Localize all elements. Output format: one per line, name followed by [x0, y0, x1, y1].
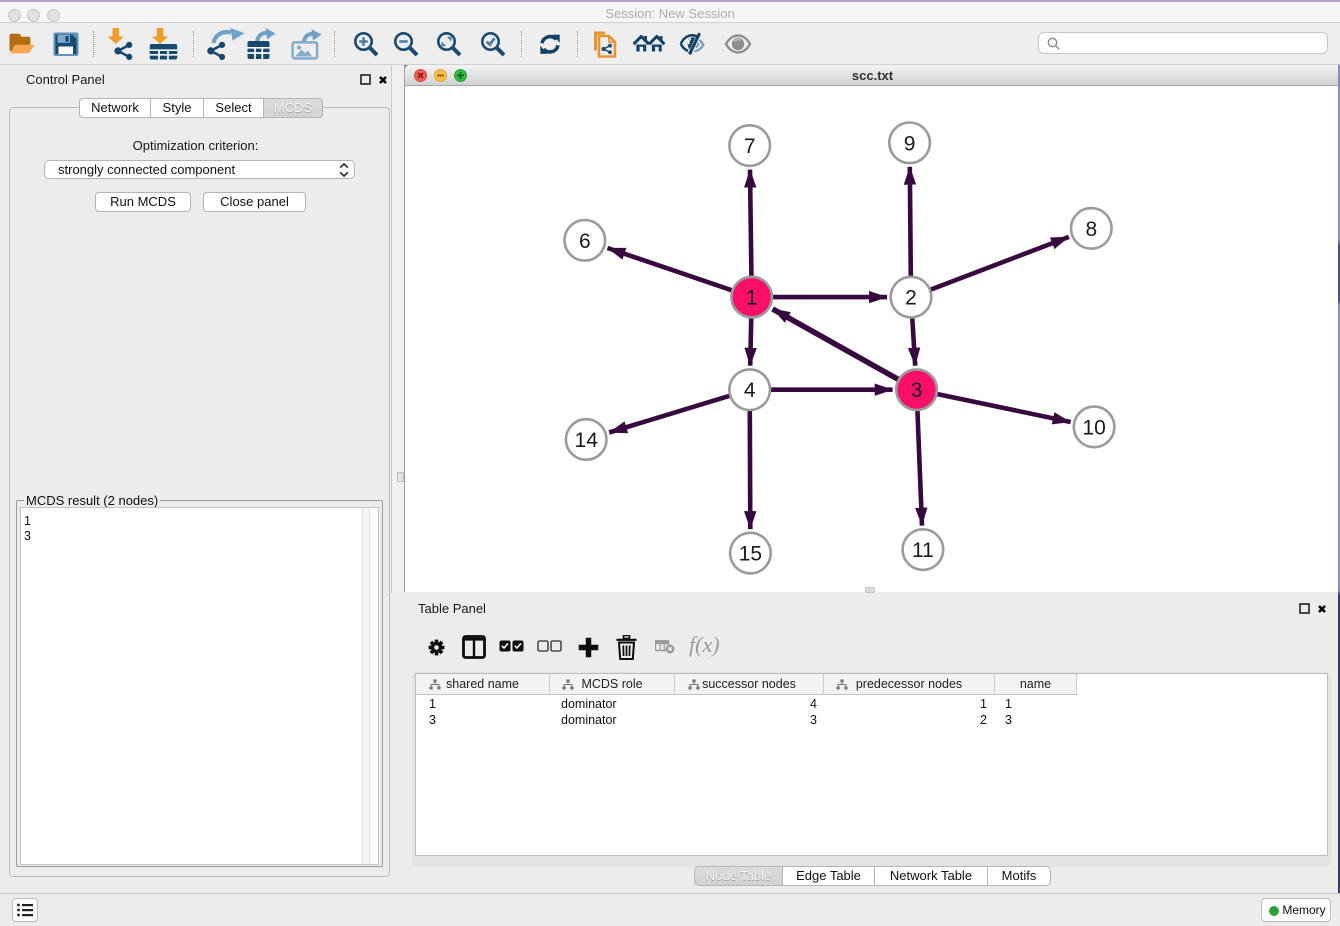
svg-text:10: 10: [1082, 416, 1105, 439]
svg-text:7: 7: [744, 135, 756, 158]
svg-text:3: 3: [911, 379, 923, 402]
svg-text:8: 8: [1085, 218, 1097, 241]
svg-text:11: 11: [912, 539, 934, 562]
svg-text:14: 14: [575, 429, 599, 452]
svg-text:6: 6: [579, 230, 591, 253]
svg-text:1: 1: [746, 287, 758, 310]
svg-text:9: 9: [904, 132, 916, 155]
svg-text:2: 2: [905, 287, 917, 310]
svg-text:4: 4: [744, 379, 756, 402]
svg-text:15: 15: [739, 543, 762, 566]
